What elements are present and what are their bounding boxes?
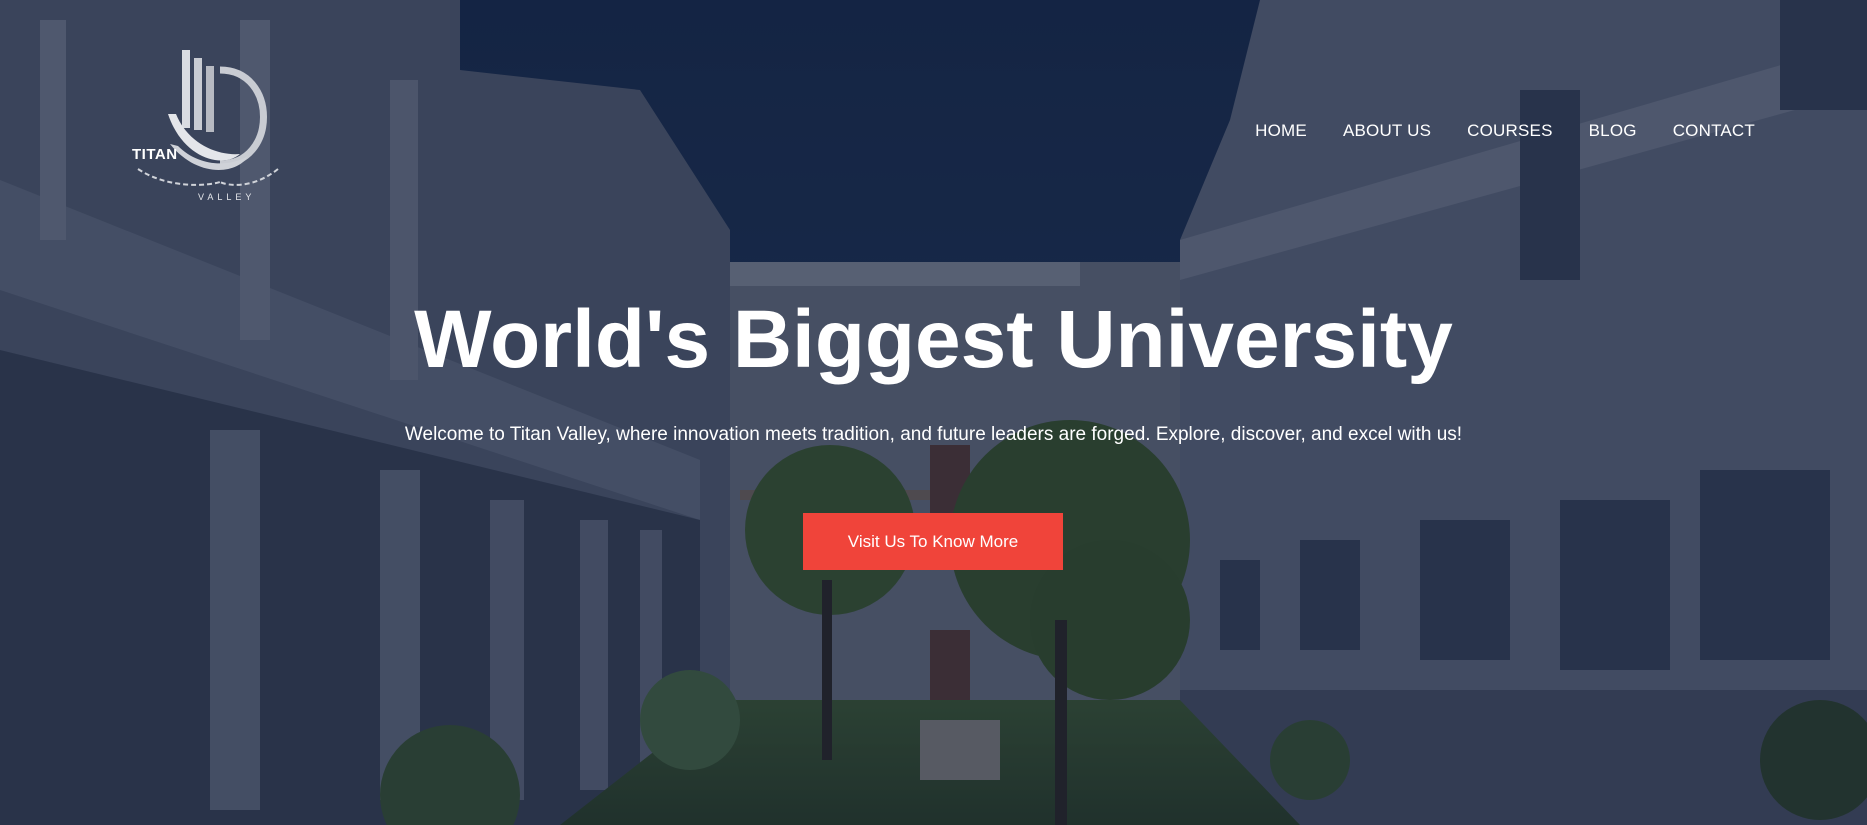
visit-us-button[interactable]: Visit Us To Know More: [803, 513, 1063, 570]
nav-about-us[interactable]: ABOUT US: [1343, 121, 1431, 141]
site-logo[interactable]: TITAN VALLEY: [128, 44, 288, 209]
nav-contact[interactable]: CONTACT: [1673, 121, 1755, 141]
hero-subtitle: Welcome to Titan Valley, where innovatio…: [404, 424, 1463, 445]
logo-wordmark: TITAN: [132, 146, 178, 163]
logo-subtitle: VALLEY: [198, 192, 256, 202]
hero-section: TITAN VALLEY HOME ABOUT US COURSES BLOG …: [0, 0, 1867, 825]
nav-home[interactable]: HOME: [1255, 121, 1307, 141]
nav-blog[interactable]: BLOG: [1589, 121, 1637, 141]
titan-valley-logo-icon: [137, 50, 279, 186]
main-navigation: HOME ABOUT US COURSES BLOG CONTACT: [1255, 121, 1755, 141]
hero-title: World's Biggest University: [414, 294, 1453, 385]
nav-courses[interactable]: COURSES: [1467, 121, 1552, 141]
